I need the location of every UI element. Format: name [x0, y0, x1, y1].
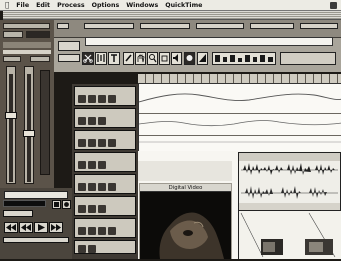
window-title-bar[interactable] [3, 11, 341, 20]
speaker-icon[interactable] [171, 52, 182, 65]
application-icon[interactable] [330, 1, 337, 9]
lane-divider [139, 135, 341, 136]
level-meter [40, 70, 50, 175]
track-header-cell[interactable] [196, 23, 244, 29]
transport-mode-button[interactable] [3, 210, 33, 217]
track-header-cell[interactable] [300, 23, 338, 29]
mixer-strip[interactable] [74, 108, 136, 128]
toolbar-field[interactable] [280, 52, 336, 65]
play-icon[interactable] [34, 222, 48, 233]
menu-process[interactable]: Process [57, 2, 85, 9]
panel-field[interactable] [3, 31, 23, 38]
mixer-strip[interactable] [74, 152, 136, 172]
fast-forward-icon[interactable] [49, 222, 63, 233]
lane-divider [139, 113, 341, 114]
mixer-strip[interactable] [74, 86, 136, 106]
automation-lanes[interactable] [138, 84, 341, 151]
video-frame [140, 193, 231, 259]
rewind-icon[interactable] [19, 222, 33, 233]
track-header-cell[interactable] [250, 23, 294, 29]
fader-slot [9, 74, 13, 182]
fader-slot [27, 74, 31, 182]
time-counter [3, 200, 46, 207]
toolbar-selector[interactable] [58, 54, 80, 62]
transport-scrub-bar[interactable] [3, 237, 69, 243]
pencil-icon[interactable] [123, 52, 134, 65]
digital-video-window[interactable]: Digital Video [139, 183, 232, 259]
track-header-cell[interactable] [140, 23, 190, 29]
menu-options[interactable]: Options [92, 2, 120, 9]
track-header-strip [54, 20, 341, 37]
rewind-icon[interactable] [4, 222, 18, 233]
panel-button[interactable] [30, 56, 50, 62]
mixer-strip[interactable] [74, 196, 136, 216]
sequence-title-field[interactable] [85, 37, 333, 46]
grab-tool-icon[interactable] [159, 52, 170, 65]
menu-windows[interactable]: Windows [126, 2, 158, 9]
zoom-tool-icon[interactable] [147, 52, 158, 65]
hand-tool-icon[interactable] [135, 52, 146, 65]
fade-tool-icon[interactable] [197, 52, 208, 65]
stop-icon[interactable] [52, 200, 61, 209]
fader-handle[interactable] [23, 130, 35, 137]
record-icon[interactable] [62, 200, 71, 209]
mixer-strip[interactable] [74, 240, 136, 254]
mixer-strip[interactable] [74, 218, 136, 238]
timeline-ruler[interactable] [138, 74, 341, 84]
marker-tool-icon[interactable] [95, 52, 107, 65]
menu-edit[interactable]: Edit [36, 2, 50, 9]
mixer-strips [72, 84, 138, 259]
panel-field-dark[interactable] [26, 31, 50, 38]
video-tool-icon[interactable] [184, 52, 195, 65]
toolbar-selector[interactable] [58, 41, 80, 51]
audio-waveform-panel[interactable] [238, 152, 341, 211]
video-clip-track[interactable] [238, 211, 341, 259]
panel-header-button[interactable] [3, 23, 50, 29]
video-window-title[interactable]: Digital Video [140, 184, 231, 192]
menu-bar:  File Edit Process Options Windows Quic… [0, 0, 341, 11]
scissors-tool-icon[interactable] [82, 52, 94, 65]
apple-icon[interactable]:  [5, 1, 9, 9]
panel-button[interactable] [3, 56, 21, 62]
menu-file[interactable]: File [16, 2, 29, 9]
mixer-strip[interactable] [74, 130, 136, 150]
track-header-cell[interactable] [57, 23, 69, 29]
time-field[interactable] [4, 191, 68, 199]
panel-divider [3, 50, 51, 54]
track-header-cell[interactable] [84, 23, 134, 29]
automation-curves[interactable] [138, 84, 341, 151]
text-tool-icon[interactable] [108, 52, 120, 65]
fader-handle[interactable] [5, 112, 17, 119]
tool-palette-group[interactable] [212, 52, 276, 65]
transport-panel [0, 188, 72, 259]
panel-divider [3, 42, 51, 48]
menu-quicktime[interactable]: QuickTime [165, 2, 202, 9]
mixer-strip[interactable] [74, 174, 136, 194]
